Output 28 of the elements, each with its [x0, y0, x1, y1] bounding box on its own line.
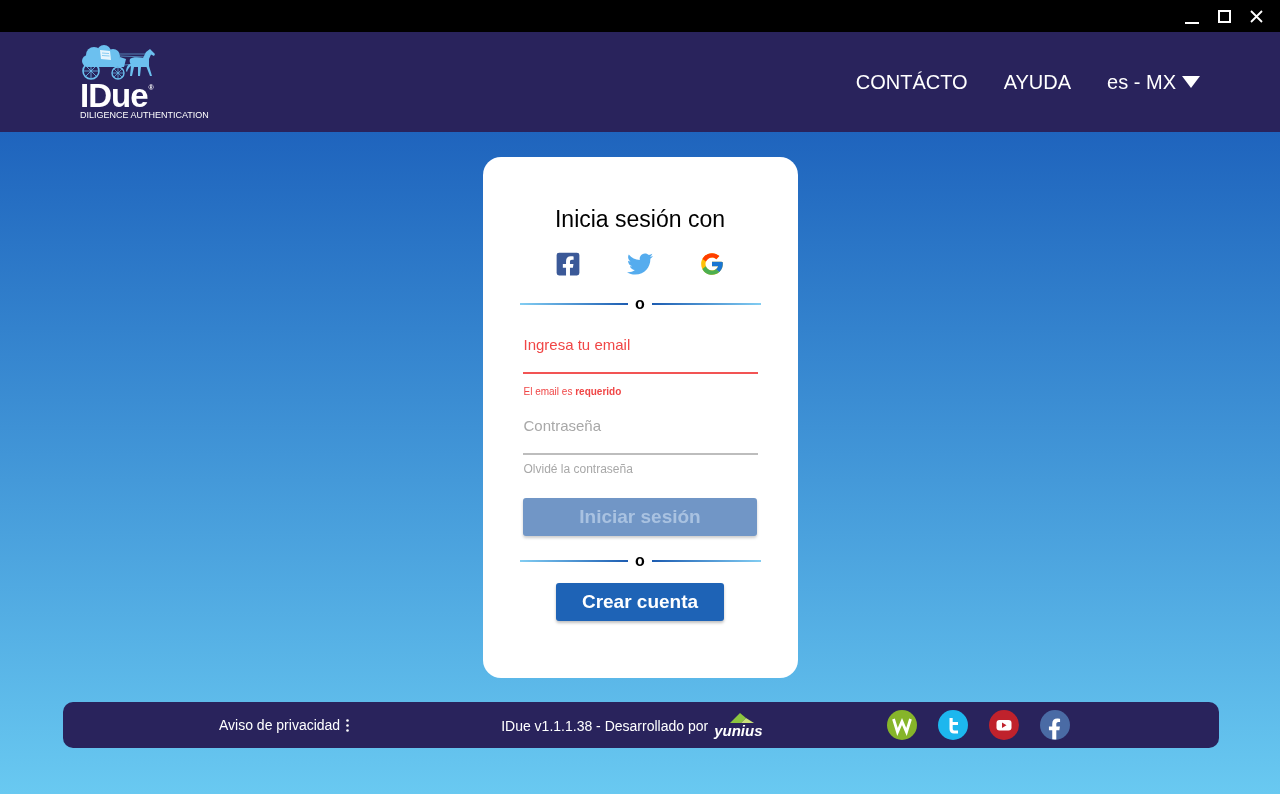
- facebook-icon[interactable]: [1039, 710, 1070, 740]
- nav-link[interactable]: CONTÁCTO: [855, 70, 968, 94]
- maximize-icon: [1217, 9, 1231, 23]
- email-field[interactable]: Ingresa tu email: [522, 332, 758, 374]
- error-message: El email es requerido: [522, 386, 623, 398]
- divider-text: o: [634, 296, 646, 312]
- vertical-dots-icon: [346, 718, 350, 732]
- logo-tagline: DILIGENCE AUTHENTICATION: [80, 109, 209, 120]
- facebook-icon[interactable]: [555, 251, 581, 277]
- carriage-horse-icon: [80, 44, 156, 81]
- divider-text: o: [634, 553, 646, 569]
- language-dropdown[interactable]: es - MX: [1107, 70, 1200, 94]
- twitter-icon[interactable]: [937, 710, 968, 740]
- create-account-button[interactable]: Crear cuenta: [556, 583, 724, 621]
- google-icon[interactable]: [699, 251, 725, 277]
- close-icon: [1249, 9, 1263, 23]
- version-text: IDue v1.1.1.38 - Desarrollado por: [501, 718, 709, 734]
- developer-logo-text: yunius: [714, 722, 763, 738]
- password-field[interactable]: Contraseña: [522, 412, 758, 455]
- privacy-link[interactable]: Aviso de privacidad: [219, 717, 350, 733]
- youtube-icon[interactable]: [988, 710, 1019, 740]
- card-title: Inicia sesión con: [554, 205, 725, 233]
- logo-text: IDue$^{®}$: [80, 80, 153, 110]
- nav-link[interactable]: AYUDA: [1003, 70, 1072, 94]
- caret-icon: [1182, 76, 1200, 88]
- chevron-icon: [730, 712, 755, 723]
- wordpress-icon[interactable]: [886, 710, 917, 740]
- minimize-icon: [1185, 22, 1199, 24]
